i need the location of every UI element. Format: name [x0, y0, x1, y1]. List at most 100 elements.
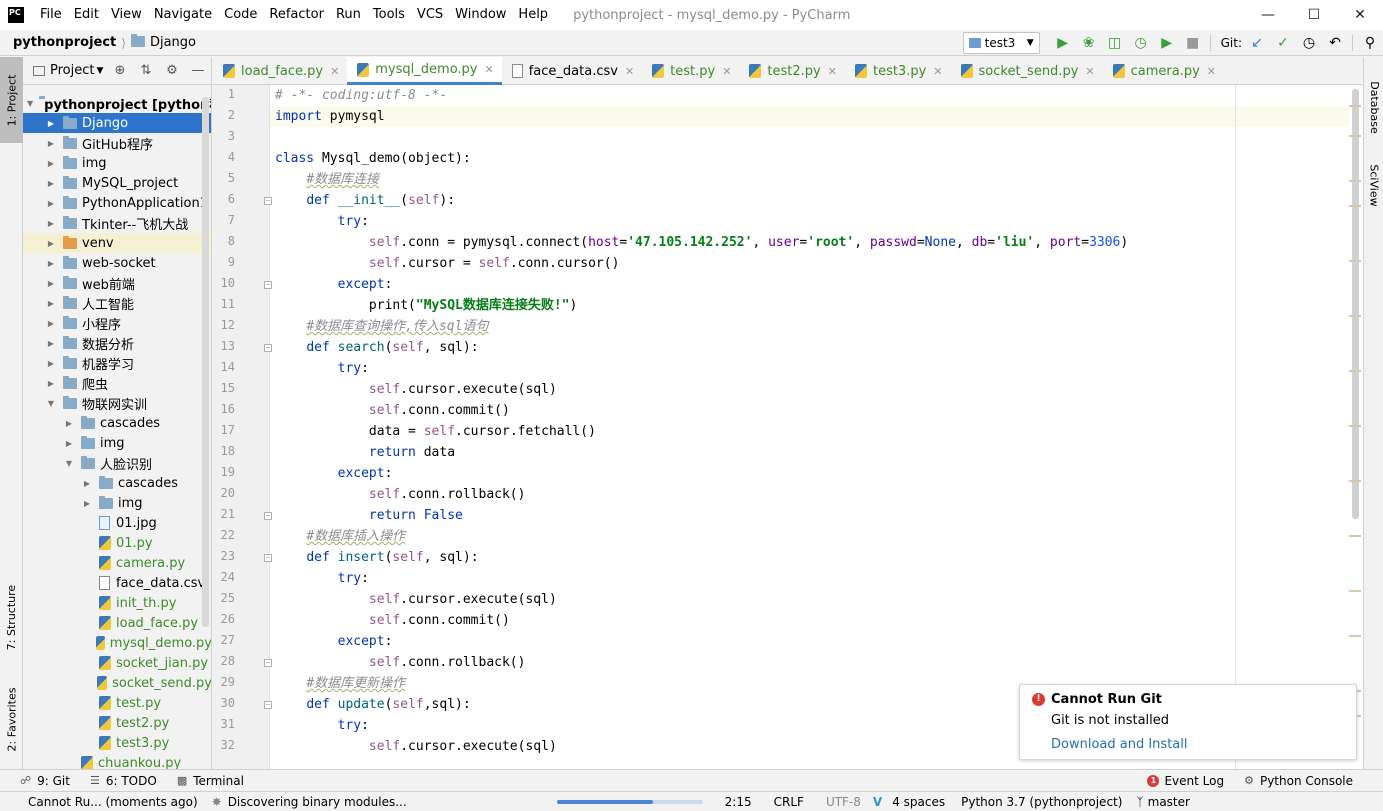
editor-tab[interactable]: load_face.py ✕ [213, 57, 347, 85]
expand-right-icon[interactable]: ▶ [45, 239, 57, 248]
scroll-marker[interactable] [1349, 480, 1361, 482]
tool-event-log[interactable]: 1 Event Log [1147, 774, 1224, 788]
project-view-select[interactable]: Project [50, 63, 94, 78]
git-branch[interactable]: master [1148, 795, 1190, 809]
expand-down-icon[interactable]: ▼ [63, 459, 75, 468]
menu-navigate[interactable]: Navigate [148, 0, 218, 30]
git-update-icon[interactable]: ↙ [1244, 32, 1270, 54]
chevron-down-icon[interactable]: ▼ [96, 66, 103, 76]
editor-tab[interactable]: test3.py ✕ [845, 57, 951, 85]
line-separator[interactable]: CRLF [774, 795, 804, 809]
menu-file[interactable]: File [34, 0, 68, 30]
expand-right-icon[interactable]: ▶ [45, 339, 57, 348]
tree-item[interactable]: ▶ web-socket [23, 253, 211, 273]
expand-right-icon[interactable]: ▶ [45, 159, 57, 168]
tool-git[interactable]: ☍ 9: Git [20, 774, 70, 788]
expand-down-icon[interactable]: ▼ [45, 399, 57, 408]
expand-right-icon[interactable]: ▶ [45, 219, 57, 228]
editor-tab[interactable]: test2.py ✕ [739, 57, 845, 85]
close-tab-icon[interactable]: ✕ [330, 65, 339, 78]
menu-vcs[interactable]: VCS [411, 0, 449, 30]
tree-item[interactable]: ▶ web前端 [23, 273, 211, 293]
expand-right-icon[interactable]: ▶ [45, 279, 57, 288]
fold-toggle-icon[interactable]: − [264, 701, 272, 709]
tree-item[interactable]: ▼ pythonproject [python程序 [23, 93, 211, 113]
expand-right-icon[interactable]: ▶ [81, 479, 93, 488]
minimize-icon[interactable]: — [1245, 0, 1291, 30]
caret-position[interactable]: 2:15 [725, 795, 752, 809]
tree-item[interactable]: ▶ venv [23, 233, 211, 253]
expand-right-icon[interactable]: ▶ [45, 119, 57, 128]
scroll-marker[interactable] [1349, 180, 1361, 182]
close-tab-icon[interactable]: ✕ [625, 65, 634, 78]
close-tab-icon[interactable]: ✕ [828, 65, 837, 78]
close-tab-icon[interactable]: ✕ [722, 65, 731, 78]
close-tab-icon[interactable]: ✕ [1085, 65, 1094, 78]
fold-toggle-icon[interactable]: − [264, 344, 272, 352]
fold-toggle-icon[interactable]: − [264, 197, 272, 205]
tree-item[interactable]: ▶ Tkinter--飞机大战 [23, 213, 211, 233]
close-icon[interactable]: ✕ [1337, 0, 1383, 30]
close-tab-icon[interactable]: ✕ [485, 63, 494, 76]
editor-scrollbar[interactable] [1349, 85, 1363, 769]
scroll-marker[interactable] [1349, 425, 1361, 427]
editor-tab[interactable]: face_data.csv ✕ [502, 57, 642, 85]
tree-item[interactable]: ▶ Django [23, 113, 211, 133]
close-tab-icon[interactable]: ✕ [1207, 65, 1216, 78]
tab-sciview[interactable]: SciView [1364, 153, 1383, 217]
tree-item[interactable]: init_th.py [23, 593, 211, 613]
tree-item[interactable]: ▶ 机器学习 [23, 353, 211, 373]
tree-item[interactable]: test.py [23, 693, 211, 713]
run-icon[interactable]: ▶ [1050, 32, 1076, 54]
editor-tab[interactable]: socket_send.py ✕ [951, 57, 1103, 85]
tree-item[interactable]: socket_jian.py [23, 653, 211, 673]
menu-tools[interactable]: Tools [367, 0, 411, 30]
profile-icon[interactable]: ◷ [1128, 32, 1154, 54]
fold-toggle-icon[interactable]: − [264, 281, 272, 289]
rollback-icon[interactable]: ↶ [1322, 32, 1348, 54]
gear-icon[interactable]: ⚙ [159, 63, 185, 78]
tree-scrollbar[interactable] [202, 97, 209, 627]
menu-run[interactable]: Run [330, 0, 367, 30]
expand-right-icon[interactable]: ▶ [63, 439, 75, 448]
tree-item[interactable]: test2.py [23, 713, 211, 733]
scroll-marker[interactable] [1349, 590, 1361, 592]
code-editor[interactable]: 1 2 3 4 5 6 7 8 9 10 11 12 13 14 15 16 17 18 19 20 21 22 23 24 2… [213, 85, 1363, 769]
maximize-icon[interactable]: ☐ [1291, 0, 1337, 30]
tree-item[interactable]: mysql_demo.py [23, 633, 211, 653]
tree-item[interactable]: ▼ 物联网实训 [23, 393, 211, 413]
tree-item[interactable]: 01.jpg [23, 513, 211, 533]
expand-right-icon[interactable]: ▶ [45, 319, 57, 328]
scroll-marker[interactable] [1349, 260, 1361, 262]
scrollbar-thumb[interactable] [1352, 89, 1359, 519]
tree-item[interactable]: ▶ PythonApplication1 [23, 193, 211, 213]
tab-database[interactable]: Database [1364, 77, 1383, 137]
editor-tab[interactable]: mysql_demo.py ✕ [347, 57, 502, 85]
fold-toggle-icon[interactable]: − [264, 554, 272, 562]
scroll-marker[interactable] [1349, 315, 1361, 317]
scroll-marker[interactable] [1349, 370, 1361, 372]
expand-right-icon[interactable]: ▶ [45, 359, 57, 368]
menu-view[interactable]: View [105, 0, 148, 30]
scroll-marker[interactable] [1349, 135, 1361, 137]
run-with-icon[interactable]: ▶ [1154, 32, 1180, 54]
expand-right-icon[interactable]: ▶ [81, 499, 93, 508]
tool-todo[interactable]: ☰ 6: TODO [90, 774, 157, 788]
tree-item[interactable]: ▶ 爬虫 [23, 373, 211, 393]
indent-setting[interactable]: 4 spaces [892, 795, 945, 809]
file-encoding[interactable]: UTF-8 [826, 795, 861, 809]
tree-item[interactable]: 01.py [23, 533, 211, 553]
tree-item[interactable]: test3.py [23, 733, 211, 753]
tab-favorites[interactable]: 2: Favorites [0, 677, 23, 761]
expand-down-icon[interactable]: ▼ [27, 99, 33, 108]
git-commit-icon[interactable]: ✓ [1270, 32, 1296, 54]
tab-project[interactable]: 1: Project [0, 57, 23, 143]
tree-item[interactable]: ▶ 数据分析 [23, 333, 211, 353]
fold-toggle-icon[interactable]: − [264, 512, 272, 520]
tree-item[interactable]: ▶ cascades [23, 413, 211, 433]
expand-right-icon[interactable]: ▶ [45, 259, 57, 268]
fold-toggle-icon[interactable]: − [264, 659, 272, 667]
scroll-marker[interactable] [1349, 535, 1361, 537]
tree-item[interactable]: ▶ 小程序 [23, 313, 211, 333]
run-configuration-select[interactable]: test3 ▼ [962, 32, 1040, 54]
